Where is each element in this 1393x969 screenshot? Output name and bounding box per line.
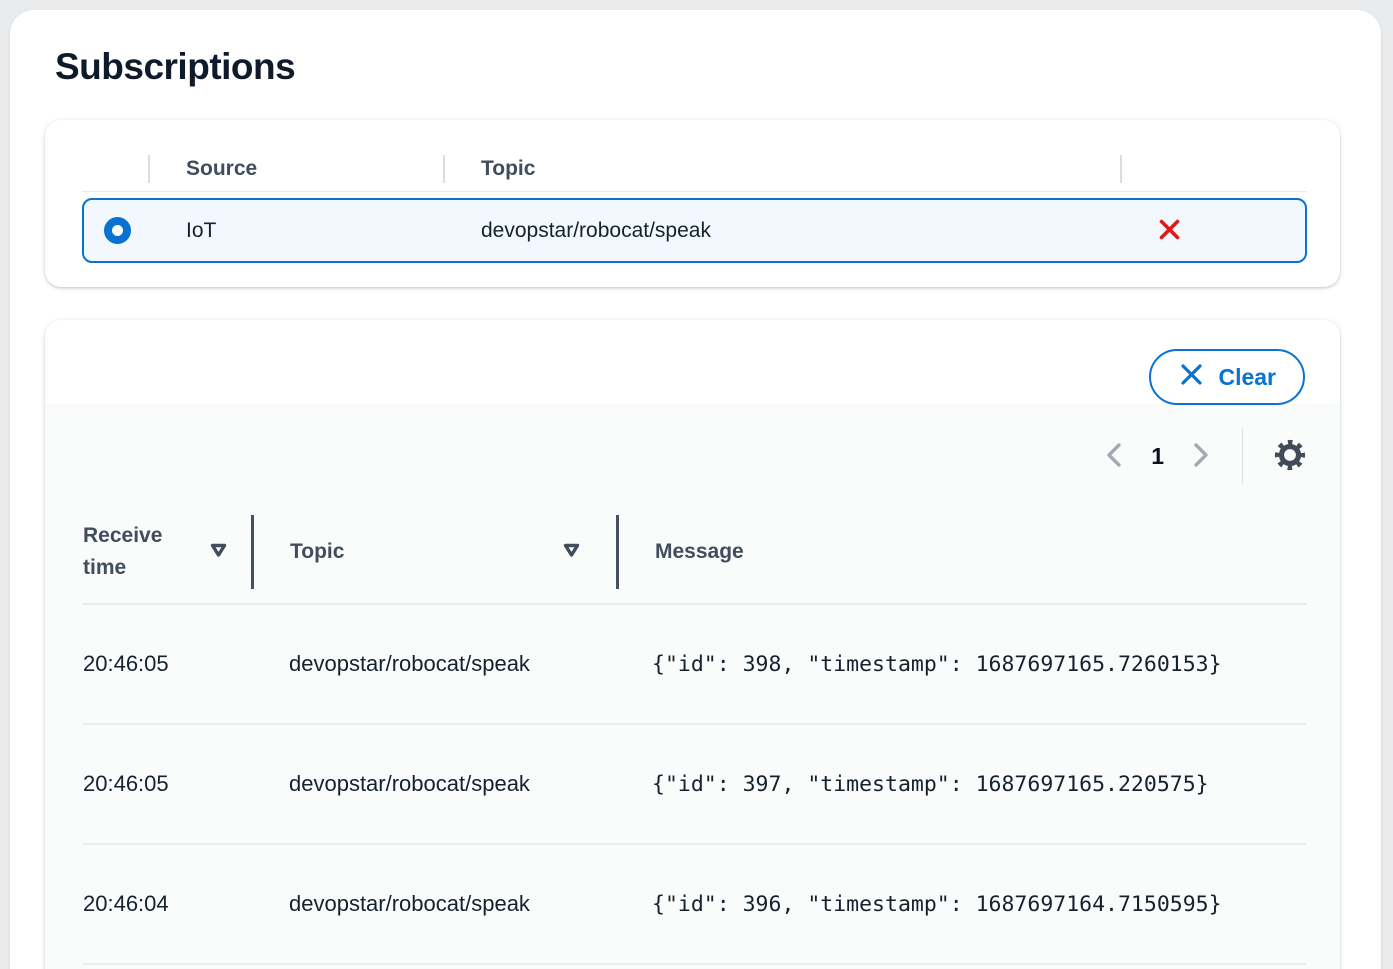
caret-down-icon — [563, 543, 580, 561]
message-receive-time: 20:46:05 — [83, 771, 251, 797]
clear-button-label: Clear — [1218, 364, 1276, 391]
pagination-previous-button[interactable] — [1103, 442, 1125, 471]
subscription-radio-selected[interactable] — [104, 217, 131, 244]
subscriptions-source-column-header: Source — [148, 155, 443, 183]
clear-button[interactable]: Clear — [1149, 349, 1305, 405]
subscription-actions — [1122, 218, 1305, 244]
message-payload: {"id": 398, "timestamp": 1687697165.7260… — [616, 652, 1307, 677]
messages-toolbar: 1 — [83, 404, 1307, 500]
message-row[interactable]: 20:46:05 devopstar/robocat/speak {"id": … — [83, 725, 1307, 845]
receive-time-column-header: Receive time — [83, 515, 251, 589]
message-topic: devopstar/robocat/speak — [251, 651, 616, 677]
messages-table-header: Receive time Topi — [83, 500, 1307, 605]
toolbar-divider — [1242, 428, 1243, 484]
chevron-left-icon — [1103, 442, 1125, 471]
topic-column-header: Topic — [251, 515, 616, 589]
table-settings-button[interactable] — [1273, 438, 1307, 475]
topic-sort-button[interactable] — [563, 543, 580, 561]
subscription-source: IoT — [150, 219, 445, 243]
subscriptions-topic-column-header: Topic — [443, 155, 1120, 183]
pagination-current-page: 1 — [1151, 443, 1164, 470]
messages-card: Clear 1 — [45, 320, 1340, 969]
message-row[interactable]: 20:46:04 devopstar/robocat/speak {"id": … — [83, 845, 1307, 965]
subscription-topic: devopstar/robocat/speak — [445, 219, 1122, 243]
message-column-header: Message — [616, 515, 1307, 589]
subscription-row[interactable]: IoT devopstar/robocat/speak — [82, 198, 1307, 263]
subscription-radio-cell — [84, 217, 150, 244]
subscriptions-panel: Subscriptions Source Topic IoT devopstar… — [10, 10, 1381, 969]
remove-subscription-button[interactable] — [1158, 218, 1181, 244]
message-topic: devopstar/robocat/speak — [251, 891, 616, 917]
caret-down-icon — [210, 543, 227, 561]
message-row[interactable]: 20:46:05 devopstar/robocat/speak {"id": … — [83, 605, 1307, 725]
messages-card-body: 1 — [45, 404, 1340, 969]
topic-column-label: Topic — [290, 536, 344, 568]
page: Subscriptions Source Topic IoT devopstar… — [0, 0, 1393, 969]
message-column-label: Message — [655, 536, 744, 568]
pagination-next-button[interactable] — [1190, 442, 1212, 471]
gear-icon — [1273, 438, 1307, 475]
subscriptions-card: Source Topic IoT devopstar/robocat/speak — [45, 120, 1340, 287]
chevron-right-icon — [1190, 442, 1212, 471]
message-receive-time: 20:46:04 — [83, 891, 251, 917]
message-payload: {"id": 396, "timestamp": 1687697164.7150… — [616, 892, 1307, 917]
message-receive-time: 20:46:05 — [83, 651, 251, 677]
subscriptions-actions-column-header — [1120, 155, 1307, 183]
receive-time-sort-button[interactable] — [210, 543, 227, 561]
close-x-icon — [1158, 218, 1181, 244]
subscriptions-table-header: Source Topic — [82, 146, 1307, 192]
messages-card-header: Clear — [45, 320, 1340, 404]
close-x-icon — [1178, 361, 1205, 394]
message-topic: devopstar/robocat/speak — [251, 771, 616, 797]
subscriptions-select-column-header — [82, 155, 148, 183]
receive-time-column-label: Receive time — [83, 520, 210, 583]
page-title: Subscriptions — [55, 46, 1350, 88]
message-payload: {"id": 397, "timestamp": 1687697165.2205… — [616, 772, 1307, 797]
